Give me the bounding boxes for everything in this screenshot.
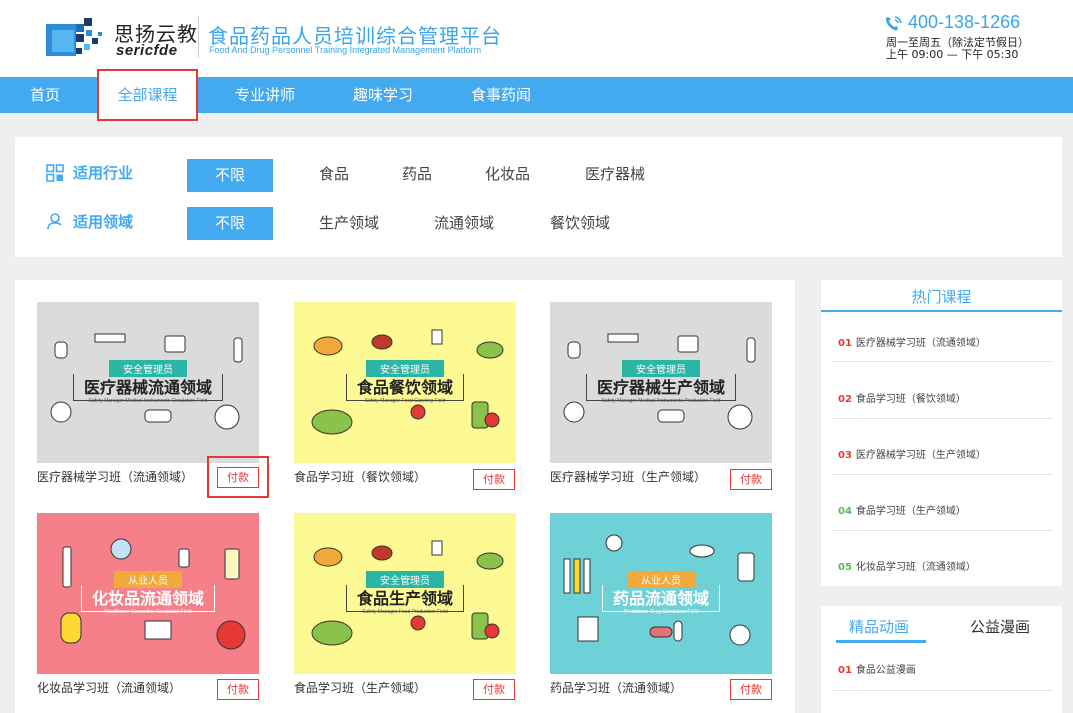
divider xyxy=(831,530,1053,531)
pay-button[interactable]: 付款 xyxy=(217,679,259,700)
course-banner-en: Practitioner Drug Circulation Field xyxy=(623,609,699,615)
pay-button-highlight xyxy=(207,456,269,498)
nav-news[interactable]: 食事药闻 xyxy=(471,77,531,113)
course-name[interactable]: 医疗器械学习班（生产领域） xyxy=(550,468,706,485)
industry-option-medical-device[interactable]: 医疗器械 xyxy=(585,163,645,184)
tab-comics[interactable]: 公益漫画 xyxy=(970,616,1030,637)
service-hours-time: 上午 09:00 — 下午 05:30 xyxy=(886,48,1019,61)
course-name[interactable]: 医疗器械学习班（流通领域） xyxy=(37,468,193,485)
course-card-image[interactable]: 安全管理员 食品餐饮领域 Safety Manager Food Caterin… xyxy=(294,302,516,463)
nav-all-courses-label: 全部课程 xyxy=(117,86,178,104)
pay-button[interactable]: 付款 xyxy=(730,469,772,490)
divider xyxy=(831,361,1053,362)
course-name[interactable]: 化妆品学习班（流通领域） xyxy=(37,679,181,696)
course-name[interactable]: 食品学习班（生产领域） xyxy=(294,679,426,696)
hot-course-item[interactable]: 02 食品学习班（餐饮领域） xyxy=(838,390,966,405)
hot-course-rank: 03 xyxy=(838,450,852,461)
anim-item-label: 食品公益漫画 xyxy=(855,665,916,676)
hot-course-label: 医疗器械学习班（流通领域） xyxy=(855,338,986,349)
hot-course-rank: 04 xyxy=(838,506,852,517)
hot-course-rank: 02 xyxy=(838,394,852,405)
course-banner-en: Safety Manager Medical Instruments Produ… xyxy=(601,398,721,404)
hot-course-item[interactable]: 01 医疗器械学习班（流通领域） xyxy=(838,334,986,349)
course-name[interactable]: 食品学习班（餐饮领域） xyxy=(294,468,426,485)
course-name[interactable]: 药品学习班（流通领域） xyxy=(550,679,682,696)
divider xyxy=(831,474,1053,475)
tab-underline xyxy=(836,640,926,643)
grid-icon xyxy=(46,164,64,182)
hot-course-label: 食品学习班（餐饮领域） xyxy=(855,394,966,405)
course-banner-title: 医疗器械流通领域 xyxy=(72,374,224,401)
industry-option-drug[interactable]: 药品 xyxy=(402,163,432,184)
course-banner-title: 药品流通领域 xyxy=(601,585,721,612)
hot-course-label: 医疗器械学习班（生产领域） xyxy=(855,450,986,461)
platform-subtitle: Food And Drug Personnel Training Integra… xyxy=(209,45,482,55)
field-option-circulation[interactable]: 流通领域 xyxy=(434,212,494,233)
course-card-image[interactable]: 从业人员 化妆品流通领域 Practitioner Cosmetics Circ… xyxy=(37,513,259,674)
course-banner-title: 食品餐饮领域 xyxy=(345,374,465,401)
hot-course-rank: 01 xyxy=(838,338,852,349)
industry-option-cosmetics[interactable]: 化妆品 xyxy=(485,163,530,184)
pay-button[interactable]: 付款 xyxy=(473,679,515,700)
field-option-all[interactable]: 不限 xyxy=(187,207,273,240)
hot-courses-underline xyxy=(821,310,1062,312)
filter-panel: 适用行业 不限 食品 药品 化妆品 医疗器械 适用领域 不限 生产领域 流通领域… xyxy=(15,137,1062,257)
nav-all-courses[interactable]: 全部课程 xyxy=(97,69,198,121)
animation-panel: 精品动画 公益漫画 01 食品公益漫画 xyxy=(821,606,1062,713)
hot-course-label: 食品学习班（生产领域） xyxy=(855,506,966,517)
site-header: 思扬云教 sericfde 食品药品人员培训综合管理平台 Food And Dr… xyxy=(0,0,1073,77)
anim-item[interactable]: 01 食品公益漫画 xyxy=(838,661,916,676)
field-option-catering[interactable]: 餐饮领域 xyxy=(550,212,610,233)
divider xyxy=(831,418,1053,419)
course-card-image[interactable]: 安全管理员 食品生产领域 Safety Manager Food Product… xyxy=(294,513,516,674)
course-banner-title: 食品生产领域 xyxy=(345,585,465,612)
industry-option-food[interactable]: 食品 xyxy=(319,163,349,184)
nav-lecturers[interactable]: 专业讲师 xyxy=(235,77,295,113)
course-card-image[interactable]: 安全管理员 医疗器械生产领域 Safety Manager Medical In… xyxy=(550,302,772,463)
industry-option-all[interactable]: 不限 xyxy=(187,159,273,192)
pay-button[interactable]: 付款 xyxy=(473,469,515,490)
course-card-image[interactable]: 安全管理员 医疗器械流通领域 Safety Manager Medical In… xyxy=(37,302,259,463)
course-banner-en: Safety Manager Food Catering Field xyxy=(364,398,446,404)
phone-icon xyxy=(884,15,904,33)
hot-course-rank: 05 xyxy=(838,562,852,573)
phone-number: 400-138-1266 xyxy=(908,12,1021,32)
logo-icon[interactable] xyxy=(46,18,108,56)
hot-courses-panel: 热门课程 01 医疗器械学习班（流通领域） 02 食品学习班（餐饮领域） 03 医疗器… xyxy=(821,280,1062,586)
tab-animation[interactable]: 精品动画 xyxy=(849,616,909,637)
nav-home[interactable]: 首页 xyxy=(30,77,60,113)
pay-button[interactable]: 付款 xyxy=(730,679,772,700)
anim-item-rank: 01 xyxy=(838,665,852,676)
course-card-image[interactable]: 从业人员 药品流通领域 Practitioner Drug Circulatio… xyxy=(550,513,772,674)
brand-name-en: sericfde xyxy=(116,42,178,59)
field-label: 适用领域 xyxy=(73,213,134,231)
hot-courses-title: 热门课程 xyxy=(911,288,972,306)
course-banner-title: 化妆品流通领域 xyxy=(80,585,216,612)
course-banner-title: 医疗器械生产领域 xyxy=(585,374,737,401)
hot-course-item[interactable]: 05 化妆品学习班（流通领域） xyxy=(838,558,976,573)
course-banner-en: Practitioner Cosmetics Circulation Field xyxy=(104,609,192,615)
industry-label: 适用行业 xyxy=(73,164,134,182)
nav-fun-learning[interactable]: 趣味学习 xyxy=(353,77,413,113)
hot-course-item[interactable]: 03 医疗器械学习班（生产领域） xyxy=(838,446,986,461)
brand-divider xyxy=(198,16,199,58)
course-banner-en: Safety Manager Medical Instruments Circu… xyxy=(88,398,208,404)
user-icon xyxy=(46,212,64,230)
divider xyxy=(831,690,1053,691)
course-banner-en: Safety Manager Food Production Field xyxy=(362,609,448,615)
field-option-production[interactable]: 生产领域 xyxy=(319,212,379,233)
hot-course-label: 化妆品学习班（流通领域） xyxy=(855,562,976,573)
hot-course-item[interactable]: 04 食品学习班（生产领域） xyxy=(838,502,966,517)
